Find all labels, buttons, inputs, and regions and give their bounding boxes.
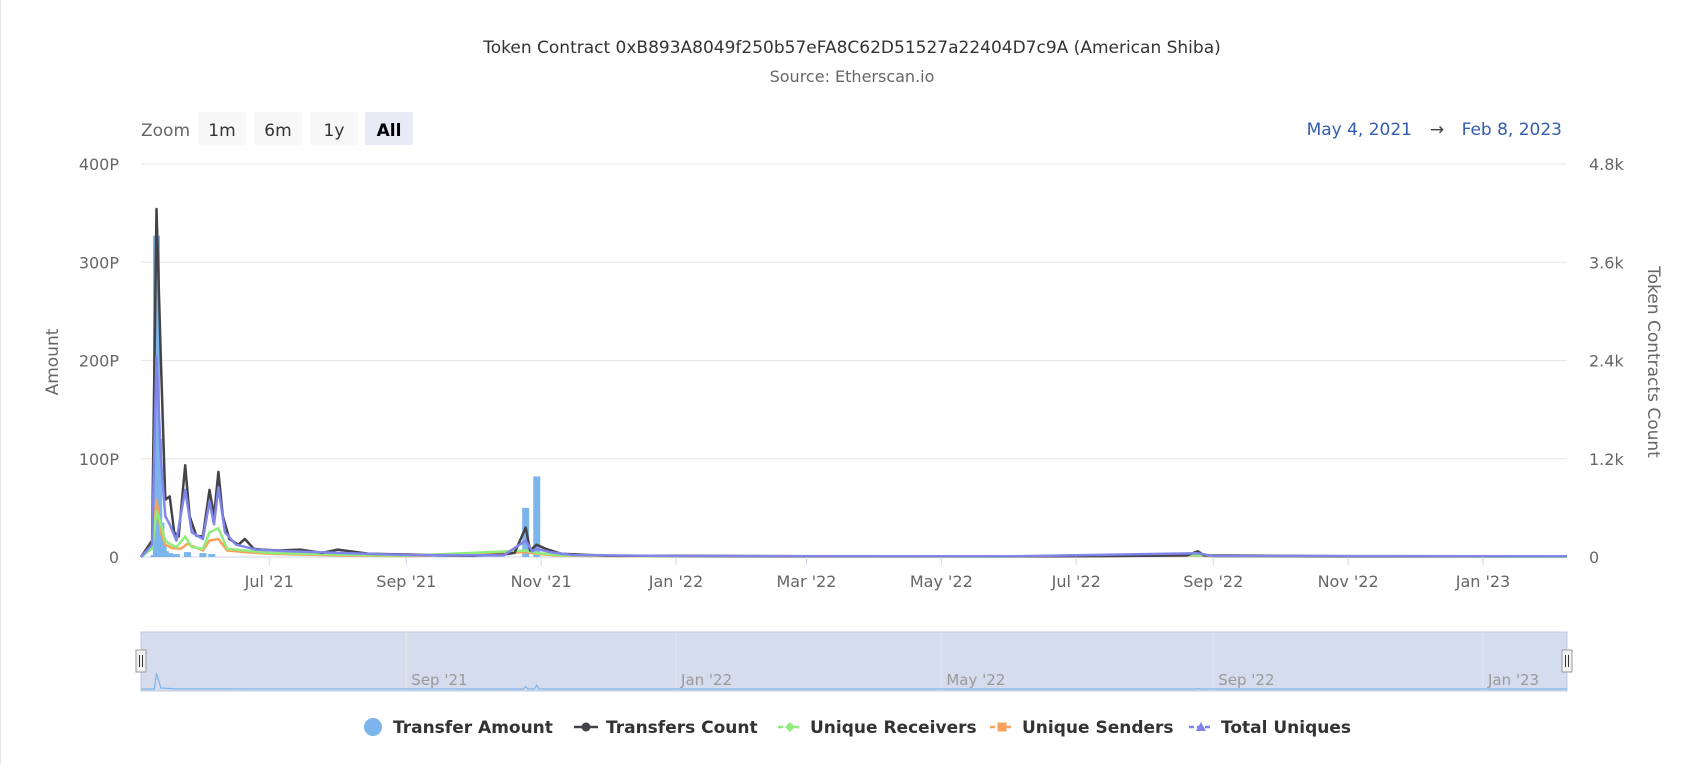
legend-item-transfers-count[interactable]: Transfers Count [574, 718, 758, 738]
x-tick-label: Jan '22 [648, 572, 704, 591]
zoom-button-6m[interactable]: 6m [254, 112, 302, 145]
y-axis-right-title: Token Contracts Count [1643, 265, 1663, 458]
line-unique-senders [140, 498, 1568, 558]
x-tick-label: Sep '21 [376, 572, 436, 591]
line-unique-receivers [140, 509, 1568, 559]
y-left-tick-label: 300P [79, 253, 120, 272]
line-series [139, 207, 1568, 559]
zoom-button-label: All [377, 121, 402, 141]
navigator-label: Jan '23 [1487, 671, 1539, 689]
legend-item-transfer-amount[interactable]: Transfer Amount [364, 718, 553, 738]
y-axis-left-title: Amount [43, 328, 63, 395]
legend-item-total-uniques[interactable]: Total Uniques [1189, 718, 1351, 738]
legend-item-unique-senders[interactable]: Unique Senders [990, 718, 1174, 738]
navigator-label: Jan '22 [680, 671, 732, 689]
line-total-uniques [140, 355, 1568, 558]
y-right-tick-label: 3.6k [1589, 253, 1624, 272]
grid-lines [141, 163, 1567, 558]
legend-circle-icon [364, 718, 382, 736]
bar-transfer-amount [208, 554, 216, 557]
zoom-button-group: 1m 6m 1y All [198, 112, 413, 145]
navigator-handle-box [1561, 649, 1573, 673]
navigator-handle-right[interactable] [1561, 649, 1573, 673]
zoom-button-label: 1m [208, 121, 235, 141]
x-axis: Jul '21 Sep '21 Nov '21 Jan '22 Mar '22 May '… [244, 557, 1511, 591]
y-right-tick-label: 4.8k [1589, 155, 1624, 174]
y-right-tick-label: 2.4k [1589, 352, 1624, 371]
zoom-label: Zoom [141, 121, 190, 141]
line-transfers-count [139, 207, 1567, 558]
x-tick-label: May '22 [910, 572, 973, 591]
legend-item-unique-receivers[interactable]: Unique Receivers [778, 718, 977, 738]
navigator-label: Sep '21 [411, 671, 467, 689]
bar-transfer-amount [166, 553, 174, 557]
x-tick-label: Mar '22 [776, 572, 836, 591]
range-from[interactable]: May 4, 2021 [1307, 120, 1412, 140]
navigator[interactable]: Sep '21 Jan '22 May '22 Sep '22 Jan '23 [135, 631, 1573, 692]
legend-label: Unique Senders [1022, 718, 1174, 738]
legend-marker-icon [785, 722, 795, 732]
navigator-mask[interactable] [140, 631, 1568, 692]
y-right-tick-label: 1.2k [1589, 450, 1624, 469]
zoom-button-label: 1y [324, 121, 345, 141]
zoom-button-label: 6m [264, 121, 291, 141]
y-right-tick-label: 0 [1589, 548, 1599, 567]
chart-title: Token Contract 0xB893A8049f250b57eFA8C62… [482, 38, 1221, 58]
y-left-tick-label: 200P [79, 352, 120, 371]
legend-label: Transfers Count [606, 718, 758, 738]
x-tick-label: Nov '21 [511, 572, 572, 591]
legend: Transfer Amount Transfers Count Unique Rec… [364, 718, 1351, 738]
zoom-button-1y[interactable]: 1y [310, 112, 358, 145]
y-left-tick-label: 0 [109, 548, 119, 567]
legend-label: Transfer Amount [393, 718, 553, 738]
legend-label: Total Uniques [1221, 718, 1351, 738]
chart-subtitle: Source: Etherscan.io [770, 67, 935, 86]
navigator-handle-box [135, 649, 147, 673]
x-tick-label: Sep '22 [1183, 572, 1243, 591]
y-left-tick-label: 100P [79, 450, 120, 469]
x-tick-label: Jul '21 [244, 572, 294, 591]
y-axis-right: 0 1.2k 2.4k 3.6k 4.8k [1589, 155, 1624, 567]
bar-transfer-amount [172, 554, 180, 557]
x-tick-label: Nov '22 [1318, 572, 1379, 591]
legend-marker-icon [997, 722, 1007, 732]
legend-label: Unique Receivers [810, 718, 977, 738]
zoom-button-All[interactable]: All [365, 112, 413, 145]
bar-transfer-amount [199, 553, 207, 557]
y-left-tick-label: 400P [79, 155, 120, 174]
zoom-button-1m[interactable]: 1m [198, 112, 246, 145]
range-arrow: → [1430, 120, 1444, 140]
x-tick-label: Jul '22 [1051, 572, 1101, 591]
navigator-label: Sep '22 [1218, 671, 1274, 689]
x-tick-label: Jan '23 [1455, 572, 1511, 591]
chart: Token Contract 0xB893A8049f250b57eFA8C62… [43, 38, 1663, 738]
range-to[interactable]: Feb 8, 2023 [1462, 120, 1562, 140]
navigator-handle-left[interactable] [135, 649, 147, 673]
navigator-label: May '22 [946, 671, 1005, 689]
legend-marker-icon [581, 722, 591, 732]
y-axis-left: 0 100P 200P 300P 400P [79, 155, 120, 567]
bar-transfer-amount [183, 552, 191, 557]
